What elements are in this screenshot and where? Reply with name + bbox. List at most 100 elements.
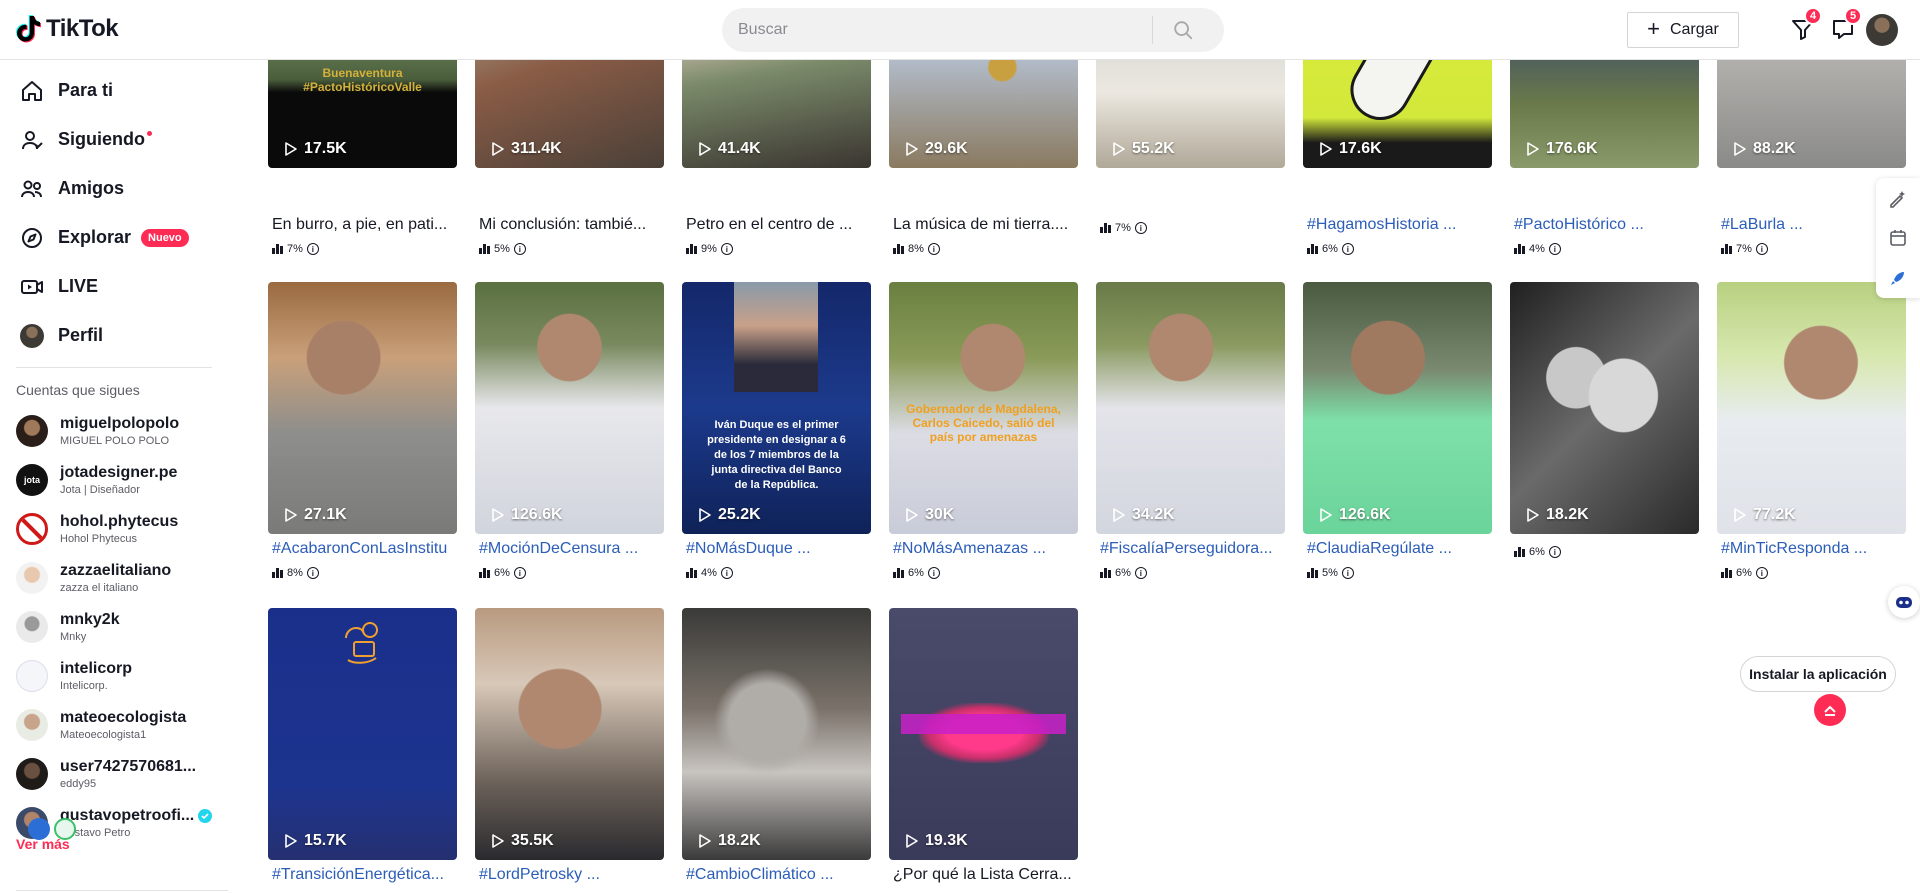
upload-label: Cargar xyxy=(1669,21,1719,38)
play-count-value: 77.2K xyxy=(1753,506,1796,523)
video-caption[interactable]: La música de mi tierra.... xyxy=(893,216,1074,234)
bar-chart-icon xyxy=(479,568,490,578)
nav-siguiendo[interactable]: Siguiendo xyxy=(0,115,228,164)
play-icon xyxy=(1320,142,1332,156)
account-avatar xyxy=(16,757,48,790)
bar-chart-icon xyxy=(1307,244,1318,254)
account-item[interactable]: jota jotadesigner.pe Jota | Diseñador xyxy=(0,455,228,504)
play-icon xyxy=(1320,508,1332,522)
inbox-button[interactable]: 4 xyxy=(1790,7,1822,44)
tiktok-logo[interactable]: TikTok xyxy=(16,14,119,44)
video-caption[interactable]: En burro, a pie, en pati... xyxy=(272,216,453,234)
info-icon[interactable]: i xyxy=(720,567,733,579)
info-icon[interactable]: i xyxy=(927,243,940,255)
video-overlay-text: Buenaventura #PactoHistóricoValle xyxy=(303,66,422,94)
nav-perfil[interactable]: Perfil xyxy=(0,311,228,360)
search-button[interactable] xyxy=(1153,8,1213,52)
video-caption[interactable]: #NoMásDuque ... xyxy=(686,540,867,558)
info-icon[interactable]: i xyxy=(513,567,526,579)
info-icon[interactable]: i xyxy=(1134,222,1147,234)
info-icon[interactable]: i xyxy=(720,243,733,255)
video-caption[interactable]: #LordPetrosky ... xyxy=(479,866,660,884)
scroll-to-top-button[interactable] xyxy=(1814,694,1846,726)
info-icon[interactable]: i xyxy=(1134,567,1147,579)
play-count: 29.6K xyxy=(903,140,968,158)
video-caption[interactable]: #LaBurla ... xyxy=(1721,216,1902,234)
account-item[interactable]: miguelpolopolo MIGUEL POLO POLO xyxy=(0,406,228,455)
video-caption[interactable]: #ClaudiaRegúlate ... xyxy=(1307,540,1488,558)
upload-button[interactable]: + Cargar xyxy=(1627,12,1739,48)
account-avatar xyxy=(16,708,48,741)
account-item[interactable]: zazzaelitaliano zazza el italiano xyxy=(0,553,228,602)
video-caption[interactable]: #MociónDeCensura ... xyxy=(479,540,660,558)
play-icon xyxy=(699,834,711,848)
video-stat: 6% i xyxy=(1514,546,1561,558)
video-caption[interactable]: Mi conclusión: tambié... xyxy=(479,216,660,234)
info-icon[interactable]: i xyxy=(513,243,526,255)
video-caption[interactable]: #CambioClimático ... xyxy=(686,866,867,884)
video-caption[interactable]: Petro en el centro de ... xyxy=(686,216,867,234)
play-count: 18.2K xyxy=(1524,506,1589,524)
video-stat: 6% i xyxy=(893,567,940,579)
info-icon[interactable]: i xyxy=(1341,243,1354,255)
save-tool-button[interactable] xyxy=(1878,218,1918,258)
nav-amigos[interactable]: Amigos xyxy=(0,164,228,213)
info-icon[interactable]: i xyxy=(1755,567,1768,579)
info-icon[interactable]: i xyxy=(1548,243,1561,255)
nav-explorar[interactable]: Explorar Nuevo xyxy=(0,213,228,262)
install-app-button[interactable]: Instalar la aplicación xyxy=(1740,656,1896,692)
account-item[interactable]: hohol.phytecus Hohol Phytecus xyxy=(0,504,228,553)
video-stat: 8% i xyxy=(893,243,940,255)
play-icon xyxy=(1113,508,1125,522)
verified-icon xyxy=(198,808,213,823)
account-item[interactable]: intelicorp Intelicorp. xyxy=(0,651,228,700)
edit-tool-button[interactable] xyxy=(1878,178,1918,218)
video-caption[interactable]: #HagamosHistoria ... xyxy=(1307,216,1488,234)
search-icon xyxy=(1174,21,1193,40)
stat-value: 6% xyxy=(1322,243,1338,255)
stat-value: 6% xyxy=(1115,567,1131,579)
user-avatar[interactable] xyxy=(1866,14,1898,46)
video-caption[interactable]: #AcabaronConLasInstitu xyxy=(272,540,453,558)
play-count: 126.6K xyxy=(489,506,563,524)
nav-para-ti[interactable]: Para ti xyxy=(0,66,228,115)
account-item[interactable]: mnky2k Mnky xyxy=(0,602,228,651)
info-icon[interactable]: i xyxy=(1548,546,1561,558)
stat-value: 8% xyxy=(908,243,924,255)
play-icon xyxy=(492,508,504,522)
boost-tool-button[interactable] xyxy=(1878,258,1918,298)
video-caption[interactable]: ¿Por qué la Lista Cerra... xyxy=(893,866,1074,884)
play-icon xyxy=(285,142,297,156)
search-input[interactable] xyxy=(722,21,1152,39)
messages-button[interactable]: 5 xyxy=(1830,7,1862,44)
video-caption[interactable]: #PactoHistórico ... xyxy=(1514,216,1695,234)
account-username: gustavopetroofi... xyxy=(60,807,213,825)
play-count-value: 126.6K xyxy=(1339,506,1391,523)
video-stat: 8% i xyxy=(272,567,319,579)
nav-live[interactable]: LIVE xyxy=(0,262,228,311)
video-caption[interactable]: #TransiciónEnergética... xyxy=(272,866,453,884)
play-icon xyxy=(1734,142,1746,156)
info-icon[interactable]: i xyxy=(306,243,319,255)
video-caption[interactable]: #NoMásAmenazas ... xyxy=(893,540,1074,558)
info-icon[interactable]: i xyxy=(1755,243,1768,255)
info-icon[interactable]: i xyxy=(1341,567,1354,579)
video-stat: 6% i xyxy=(1721,567,1768,579)
power-icon[interactable] xyxy=(54,818,76,840)
assistant-button[interactable] xyxy=(1888,586,1920,618)
info-icon[interactable]: i xyxy=(927,567,940,579)
account-item[interactable]: mateoecologista Mateoecologista1 xyxy=(0,700,228,749)
play-count-value: 17.5K xyxy=(304,140,347,157)
play-count-value: 30K xyxy=(925,506,955,523)
play-count: 34.2K xyxy=(1110,506,1175,524)
play-icon xyxy=(285,508,297,522)
inbox-badge: 4 xyxy=(1804,7,1822,25)
video-caption[interactable]: #FiscalíaPerseguidora... xyxy=(1100,540,1281,558)
search-bar xyxy=(722,8,1224,52)
nav-label: LIVE xyxy=(58,276,99,296)
info-icon[interactable]: i xyxy=(306,567,319,579)
extension-icon[interactable] xyxy=(28,818,50,840)
account-item[interactable]: user7427570681... eddy95 xyxy=(0,749,228,798)
video-caption[interactable]: #MinTicResponda ... xyxy=(1721,540,1902,558)
stat-value: 6% xyxy=(1529,546,1545,558)
